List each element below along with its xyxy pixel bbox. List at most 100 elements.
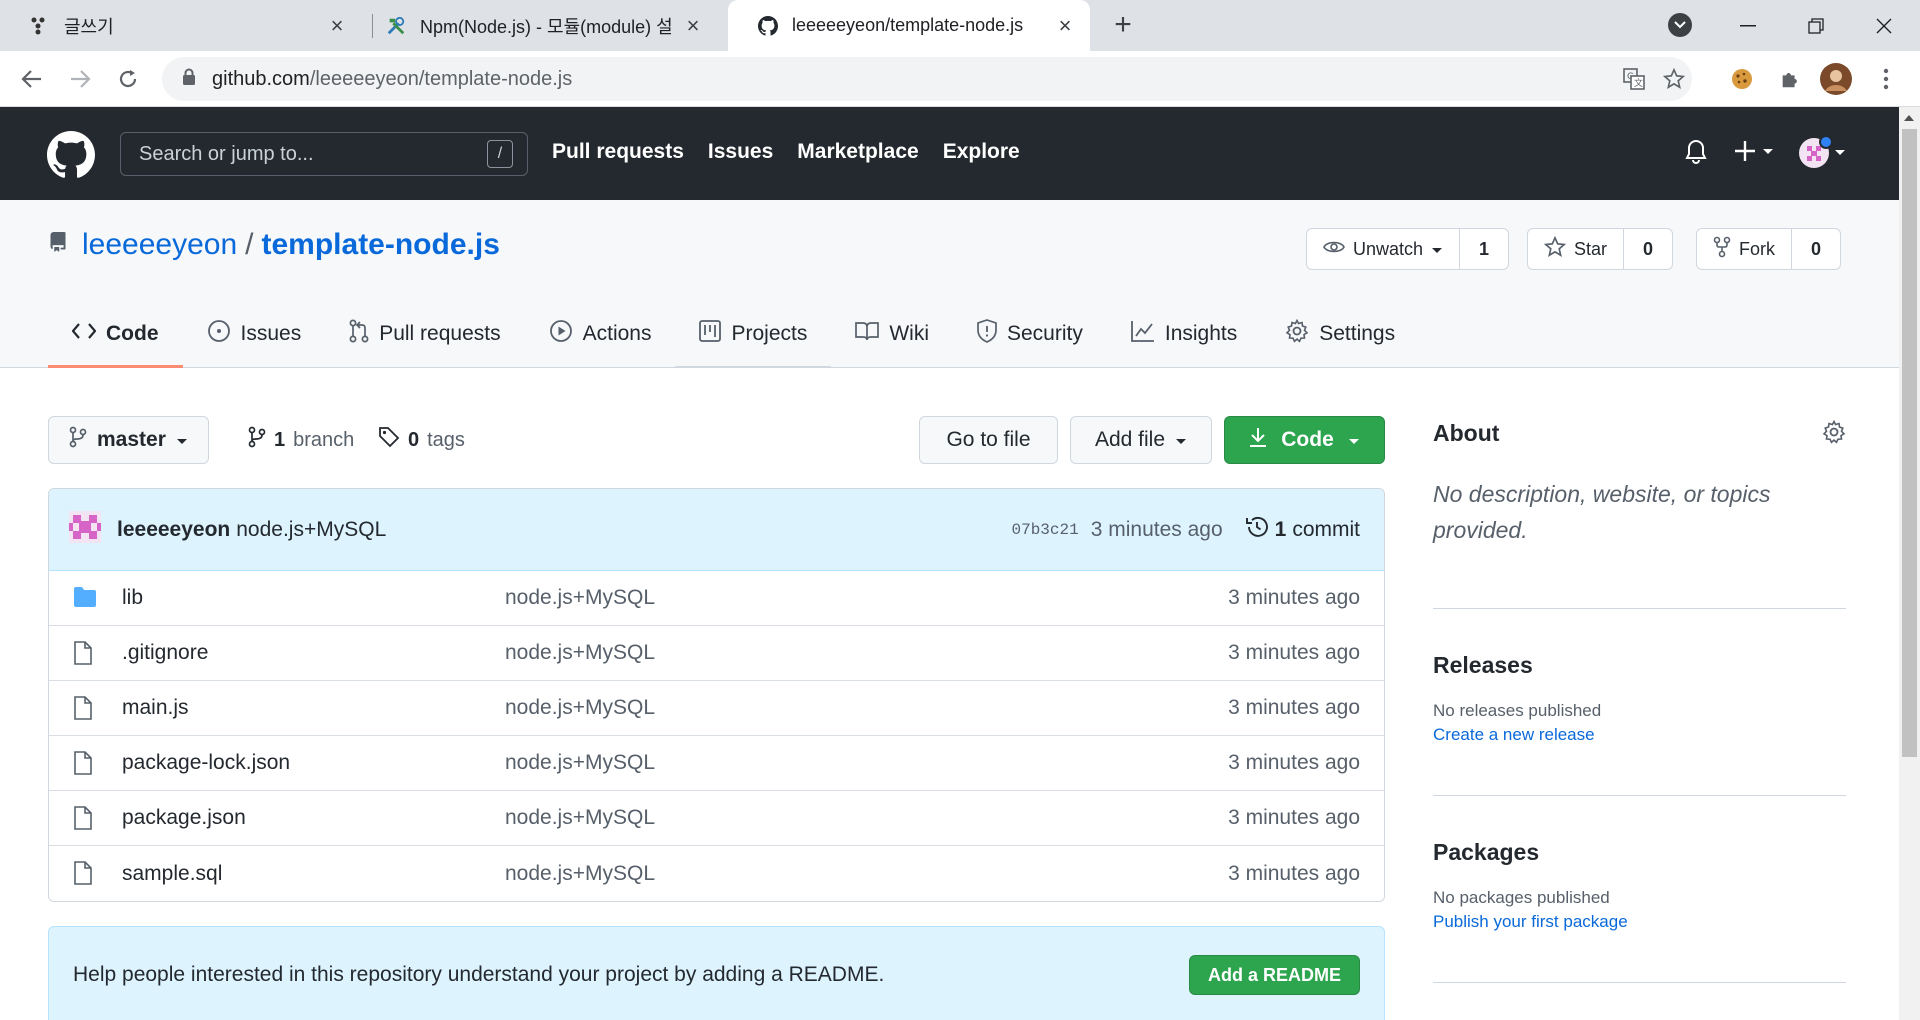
- file-commit-message[interactable]: node.js+MySQL: [505, 862, 655, 886]
- commit-history-link[interactable]: 1 commit: [1245, 515, 1360, 545]
- create-release-link[interactable]: Create a new release: [1433, 725, 1846, 745]
- cookie-extension-icon[interactable]: [1726, 63, 1758, 95]
- file-name[interactable]: .gitignore: [122, 641, 208, 665]
- browser-tab-2[interactable]: Npm(Node.js) - 모듈(module) 설 ×: [356, 0, 718, 51]
- minimize-button[interactable]: [1714, 0, 1782, 51]
- file-row[interactable]: package.json node.js+MySQL 3 minutes ago: [49, 791, 1384, 846]
- back-button[interactable]: [14, 61, 50, 97]
- scroll-up-arrow[interactable]: [1904, 115, 1914, 121]
- close-icon[interactable]: ×: [1052, 13, 1078, 39]
- shield-icon: [977, 319, 997, 349]
- tab-wiki[interactable]: Wiki: [831, 300, 953, 368]
- restore-button[interactable]: [1782, 0, 1850, 51]
- file-commit-message[interactable]: node.js+MySQL: [505, 751, 655, 775]
- url-field[interactable]: github.com/leeeeeyeon/template-node.js G…: [162, 57, 1692, 101]
- forward-button[interactable]: [62, 61, 98, 97]
- add-file-button[interactable]: Add file: [1070, 416, 1212, 464]
- chrome-menu-icon[interactable]: [1870, 63, 1902, 95]
- file-name[interactable]: main.js: [122, 696, 189, 720]
- about-section: About: [1433, 420, 1846, 447]
- file-row[interactable]: sample.sql node.js+MySQL 3 minutes ago: [49, 846, 1384, 901]
- github-logo-icon[interactable]: [47, 131, 95, 179]
- reload-button[interactable]: [110, 61, 146, 97]
- lock-icon: [182, 68, 196, 91]
- go-to-file-button[interactable]: Go to file: [919, 416, 1058, 464]
- add-readme-button[interactable]: Add a README: [1188, 955, 1360, 995]
- tab-security[interactable]: Security: [953, 300, 1107, 368]
- close-icon[interactable]: ×: [324, 13, 350, 39]
- add-file-label: Add file: [1094, 428, 1166, 451]
- avatar[interactable]: [69, 510, 101, 549]
- commit-sha[interactable]: 07b3c21: [1012, 521, 1079, 539]
- create-new-button[interactable]: [1735, 139, 1777, 163]
- file-row[interactable]: main.js node.js+MySQL 3 minutes ago: [49, 681, 1384, 736]
- branches-link[interactable]: 1 branch: [248, 426, 354, 454]
- file-name[interactable]: package-lock.json: [122, 751, 290, 775]
- github-header: / Pull requests Issues Marketplace Explo…: [0, 107, 1899, 200]
- search-input[interactable]: [121, 142, 487, 166]
- tab-insights[interactable]: Insights: [1107, 300, 1261, 368]
- unwatch-button[interactable]: Unwatch: [1307, 229, 1461, 269]
- file-time: 3 minutes ago: [1228, 806, 1360, 829]
- nav-explore[interactable]: Explore: [943, 140, 1020, 164]
- new-tab-button[interactable]: +: [1106, 8, 1140, 42]
- close-window-button[interactable]: [1850, 0, 1918, 51]
- file-commit-message[interactable]: node.js+MySQL: [505, 696, 655, 720]
- file-row[interactable]: package-lock.json node.js+MySQL 3 minute…: [49, 736, 1384, 791]
- about-description-block: No description, website, or topics provi…: [1433, 476, 1846, 548]
- close-icon[interactable]: ×: [680, 13, 706, 39]
- tab-pull-requests[interactable]: Pull requests: [325, 300, 524, 368]
- tab-search-icon[interactable]: [1668, 13, 1692, 37]
- profile-avatar[interactable]: [1820, 63, 1852, 95]
- tab-label: Projects: [731, 322, 808, 345]
- file-commit-message[interactable]: node.js+MySQL: [505, 806, 655, 830]
- star-button[interactable]: Star: [1528, 229, 1625, 269]
- unwatch-label: Unwatch: [1353, 238, 1424, 259]
- tab-actions[interactable]: Actions: [525, 300, 676, 368]
- tab-issues[interactable]: Issues: [183, 300, 326, 368]
- file-commit-message[interactable]: node.js+MySQL: [505, 586, 655, 610]
- about-description: No description, website, or topics provi…: [1433, 481, 1771, 543]
- repo-owner-link[interactable]: leeeeeyeon: [82, 228, 237, 262]
- bookmark-star-icon[interactable]: [1656, 61, 1692, 97]
- tab-projects[interactable]: Projects: [675, 300, 832, 368]
- scrollbar-thumb[interactable]: [1902, 129, 1917, 757]
- fork-count[interactable]: 0: [1792, 229, 1840, 269]
- file-name[interactable]: sample.sql: [122, 862, 222, 886]
- browser-tab-1[interactable]: 글쓰기 ×: [0, 0, 362, 51]
- commit-message[interactable]: node.js+MySQL: [236, 518, 386, 542]
- file-time: 3 minutes ago: [1228, 861, 1360, 885]
- packages-title[interactable]: Packages: [1433, 839, 1846, 866]
- nav-marketplace[interactable]: Marketplace: [797, 140, 918, 164]
- file-name[interactable]: lib: [122, 586, 143, 610]
- folder-icon: [73, 586, 97, 614]
- tags-link[interactable]: 0 tags: [378, 426, 465, 454]
- file-row[interactable]: .gitignore node.js+MySQL 3 minutes ago: [49, 626, 1384, 681]
- translate-icon[interactable]: G文: [1616, 61, 1652, 97]
- star-count[interactable]: 0: [1624, 229, 1672, 269]
- tab-code[interactable]: Code: [48, 300, 183, 368]
- releases-title[interactable]: Releases: [1433, 652, 1846, 679]
- tab-settings[interactable]: Settings: [1261, 300, 1419, 368]
- user-avatar-menu[interactable]: [1798, 135, 1848, 171]
- branch-name: master: [97, 428, 166, 451]
- about-settings-gear-icon[interactable]: [1822, 419, 1846, 449]
- nav-pull-requests[interactable]: Pull requests: [552, 140, 684, 164]
- page-scrollbar[interactable]: [1899, 107, 1920, 1020]
- nav-issues[interactable]: Issues: [708, 140, 773, 164]
- repo-name-link[interactable]: template-node.js: [262, 228, 500, 262]
- watch-count[interactable]: 1: [1460, 229, 1508, 269]
- code-download-button[interactable]: Code: [1224, 416, 1385, 464]
- file-commit-message[interactable]: node.js+MySQL: [505, 641, 655, 665]
- extensions-puzzle-icon[interactable]: [1774, 63, 1806, 95]
- browser-tab-3-active[interactable]: leeeeeyeon/template-node.js ×: [728, 0, 1090, 51]
- commit-author[interactable]: leeeeeyeon: [117, 518, 230, 542]
- file-row[interactable]: lib node.js+MySQL 3 minutes ago: [49, 571, 1384, 626]
- publish-package-link[interactable]: Publish your first package: [1433, 912, 1846, 932]
- tag-icon: [378, 426, 400, 454]
- branch-select-button[interactable]: master: [48, 416, 209, 464]
- file-name[interactable]: package.json: [122, 806, 246, 830]
- notifications-bell-icon[interactable]: [1684, 139, 1708, 165]
- fork-button[interactable]: Fork: [1697, 229, 1792, 269]
- tab-label: Code: [106, 322, 159, 345]
